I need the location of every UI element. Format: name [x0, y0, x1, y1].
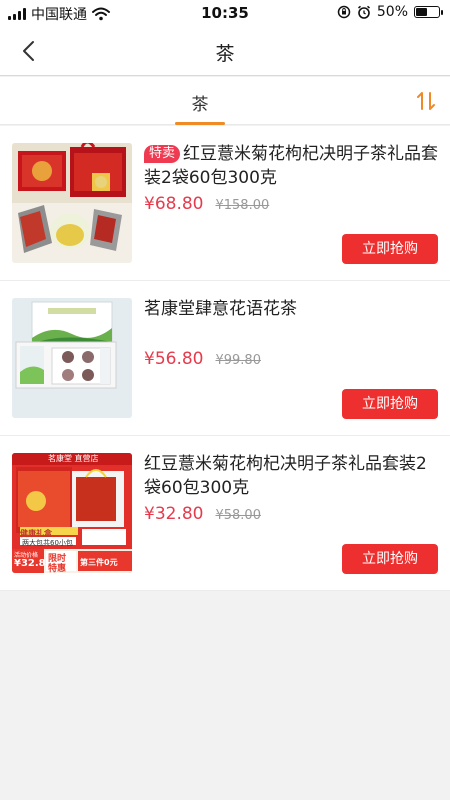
- battery-percent: 50%: [376, 4, 408, 20]
- product-list: 特卖 红豆薏米菊花枸杞决明子茶礼品套装2袋60包300克 ¥68.80 ¥158.…: [0, 126, 450, 591]
- image-desc-label: 两大包共60小包: [22, 539, 73, 547]
- product-image[interactable]: [12, 298, 132, 418]
- sale-badge: 特卖: [144, 145, 181, 163]
- product-title-text: 红豆薏米菊花枸杞决明子茶礼品套装2袋60包300克: [144, 144, 439, 188]
- buy-now-button[interactable]: 立即抢购: [342, 544, 438, 574]
- battery-icon: [414, 6, 443, 18]
- original-price: ¥99.80: [215, 353, 261, 368]
- image-shop-label: 茗康堂 直营店: [48, 454, 99, 463]
- tab-bar: 茶: [0, 77, 450, 125]
- original-price: ¥58.00: [215, 508, 261, 523]
- product-price: ¥68.80: [144, 194, 204, 214]
- product-image[interactable]: 茗康堂 直营店 健康礼盒 两大包共60小包 活动价格 ¥32.8 限时特惠 第三…: [12, 453, 132, 573]
- product-image[interactable]: [12, 143, 132, 263]
- product-card[interactable]: 茗康堂肆意花语花茶 ¥56.80 ¥99.80 立即抢购: [0, 281, 450, 436]
- product-price: ¥56.80: [144, 349, 204, 369]
- price-row: ¥68.80 ¥158.00: [144, 194, 269, 214]
- product-title[interactable]: 茗康堂肆意花语花茶: [144, 297, 438, 321]
- image-limited-label: 限时特惠: [48, 554, 67, 573]
- price-row: ¥32.80 ¥58.00: [144, 504, 261, 524]
- product-price: ¥32.80: [144, 504, 204, 524]
- tab-underline: [175, 122, 225, 125]
- status-bar: 中国联通 10:35 50%: [0, 0, 450, 26]
- status-right: 50%: [337, 4, 443, 20]
- sort-arrows-icon[interactable]: [414, 89, 438, 113]
- price-row: ¥56.80 ¥99.80: [144, 349, 261, 369]
- tab-label: 茶: [191, 95, 209, 115]
- buy-now-button[interactable]: 立即抢购: [342, 234, 438, 264]
- product-title[interactable]: 红豆薏米菊花枸杞决明子茶礼品套装2袋60包300克: [144, 452, 438, 500]
- nav-bar: 茶: [0, 26, 450, 76]
- image-promo-price: ¥32.8: [14, 558, 46, 569]
- tab-tea[interactable]: 茶: [175, 77, 225, 125]
- page-title: 茶: [215, 43, 235, 65]
- product-card[interactable]: 特卖 红豆薏米菊花枸杞决明子茶礼品套装2袋60包300克 ¥68.80 ¥158.…: [0, 126, 450, 281]
- product-title[interactable]: 特卖 红豆薏米菊花枸杞决明子茶礼品套装2袋60包300克: [144, 142, 438, 190]
- original-price: ¥158.00: [215, 198, 270, 213]
- image-third-item-label: 第三件0元: [80, 558, 118, 567]
- chevron-left-icon[interactable]: [14, 36, 44, 66]
- rotation-lock-icon: [337, 5, 351, 19]
- product-card[interactable]: 茗康堂 直营店 健康礼盒 两大包共60小包 活动价格 ¥32.8 限时特惠 第三…: [0, 436, 450, 591]
- alarm-icon: [357, 5, 370, 19]
- buy-now-button[interactable]: 立即抢购: [342, 389, 438, 419]
